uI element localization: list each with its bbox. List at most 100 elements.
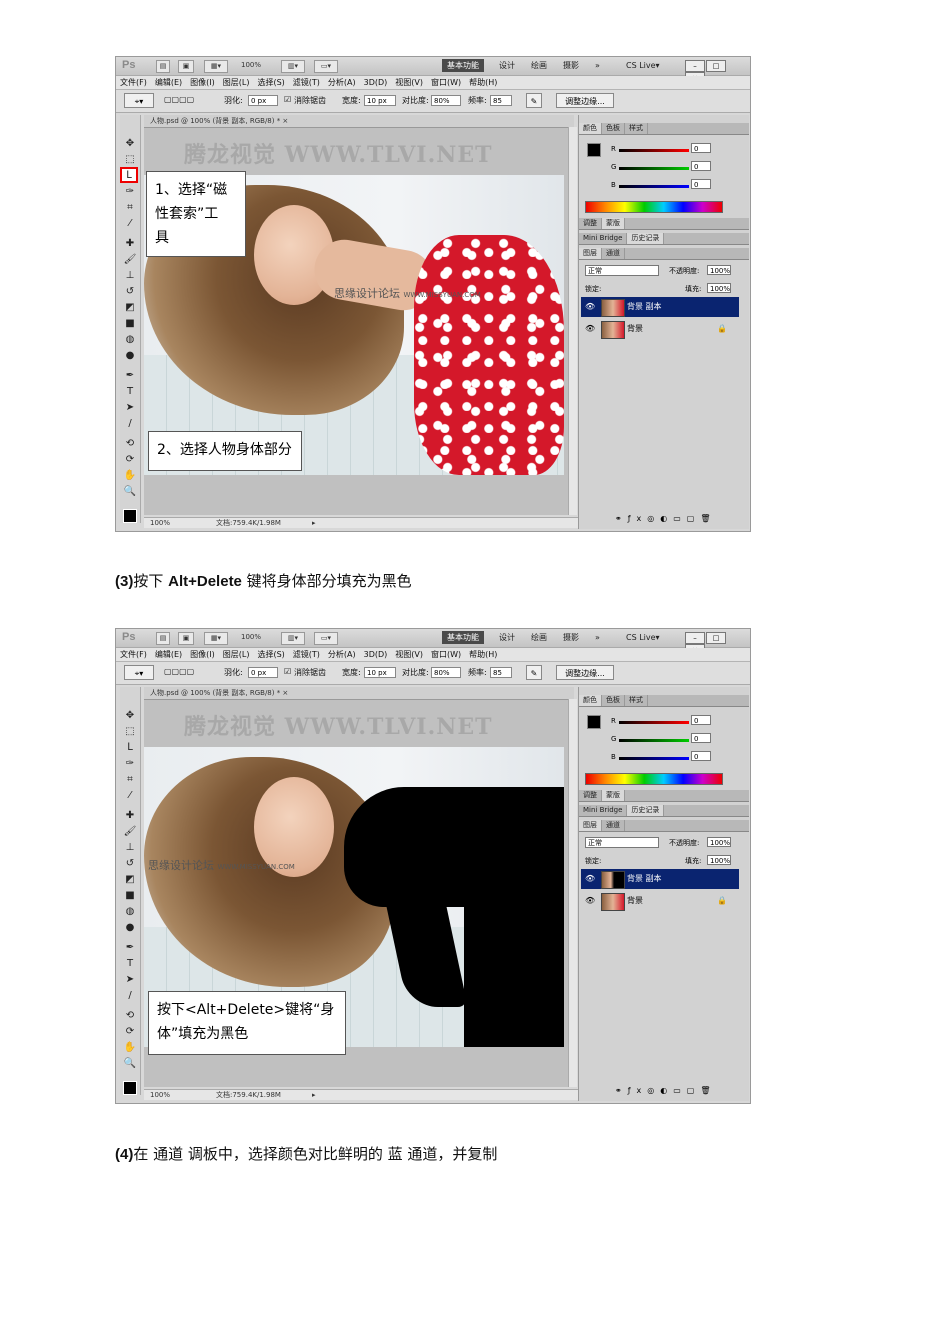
eye-icon[interactable]: 👁 [585,891,595,911]
magnetic-lasso-tool-icon[interactable]: ᒪ [120,167,138,183]
healing-tool-icon[interactable]: ✚ [122,809,138,823]
fg-color-chip[interactable] [587,715,601,729]
zoom-tool-icon[interactable]: 🔍 [122,1057,138,1071]
eraser-tool-icon[interactable]: ◩ [122,873,138,887]
foreground-color-swatch[interactable] [123,509,137,523]
menu-window[interactable]: 窗口(W) [427,76,465,89]
minimize-icon[interactable]: – [685,60,705,72]
green-value[interactable]: 0 [691,733,711,743]
vertical-scrollbar[interactable] [568,127,577,515]
menu-layer[interactable]: 图层(L) [219,648,254,661]
red-slider[interactable] [619,721,689,724]
color-spectrum[interactable] [585,773,723,785]
history-brush-icon[interactable]: ↺ [122,285,138,299]
type-tool-icon[interactable]: T [122,957,138,971]
crop-tool-icon[interactable]: ⌗ [122,201,138,215]
document-tab[interactable]: 人物.psd @ 100% (背景 副本, RGB/8) * × [144,115,574,128]
quick-select-tool-icon[interactable]: ✑ [122,757,138,771]
eye-icon[interactable]: 👁 [585,297,595,317]
foreground-color-swatch[interactable] [123,1081,137,1095]
tab-layers[interactable]: 图层 [579,248,602,259]
workspace-more[interactable]: » [590,59,605,72]
tab-adjustments[interactable]: 调整 [579,790,602,801]
blue-value[interactable]: 0 [691,179,711,189]
tab-swatches[interactable]: 色板 [602,695,625,706]
tab-history[interactable]: 历史记录 [627,233,665,244]
blue-slider[interactable] [619,185,689,188]
layer-row-background[interactable]: 👁 背景 🔒 [581,319,739,339]
stamp-tool-icon[interactable]: ⊥ [122,841,138,855]
workspace-essentials[interactable]: 基本功能 [442,631,484,644]
menu-3d[interactable]: 3D(D) [360,76,392,89]
menu-window[interactable]: 窗口(W) [427,648,465,661]
blue-slider[interactable] [619,757,689,760]
refine-edge-button[interactable]: 调整边缘... [556,93,614,108]
maximize-icon[interactable]: □ [706,632,726,644]
tab-color[interactable]: 颜色 [579,695,602,706]
hand-tool-icon[interactable]: ✋ [122,1041,138,1055]
red-value[interactable]: 0 [691,143,711,153]
menu-analysis[interactable]: 分析(A) [324,648,360,661]
selection-mode-icons[interactable]: ▢▢▢▢ [164,667,194,676]
menu-edit[interactable]: 编辑(E) [151,76,186,89]
line-tool-icon[interactable]: / [122,417,138,431]
layer-row-copy[interactable]: 👁 背景 副本 [581,297,739,317]
fill-field[interactable]: 100% [707,283,731,293]
menu-select[interactable]: 选择(S) [253,76,288,89]
antialias-checkbox[interactable]: ☑ [284,667,291,676]
width-field[interactable]: 10 px [364,95,396,106]
screen-mode-button[interactable]: ▭▾ [314,60,338,73]
red-slider[interactable] [619,149,689,152]
arrange-docs-button[interactable]: ▥▾ [281,60,305,73]
eye-icon[interactable]: 👁 [585,869,595,889]
minibridge-icon[interactable]: ▣ [178,60,194,73]
tab-channels[interactable]: 通道 [602,820,625,831]
magnetic-lasso-tool-icon[interactable]: ᒪ [122,741,138,755]
workspace-photography[interactable]: 摄影 [558,59,584,72]
menu-filter[interactable]: 滤镜(T) [289,648,324,661]
menu-filter[interactable]: 滤镜(T) [289,76,324,89]
crop-tool-icon[interactable]: ⌗ [122,773,138,787]
menu-edit[interactable]: 编辑(E) [151,648,186,661]
blur-tool-icon[interactable]: ◍ [122,905,138,919]
cs-live-button[interactable]: CS Live▾ [621,59,665,72]
bridge-icon[interactable]: ▤ [156,60,170,73]
layer-row-background[interactable]: 👁 背景 🔒 [581,891,739,911]
menu-view[interactable]: 视图(V) [391,76,427,89]
workspace-painting[interactable]: 绘画 [526,59,552,72]
status-arrow-icon[interactable]: ▸ [312,518,316,528]
menu-file[interactable]: 文件(F) [116,76,151,89]
refine-edge-button[interactable]: 调整边缘... [556,665,614,680]
healing-tool-icon[interactable]: ✚ [122,237,138,251]
minibridge-icon[interactable]: ▣ [178,632,194,645]
workspace-design[interactable]: 设计 [494,631,520,644]
red-value[interactable]: 0 [691,715,711,725]
tab-color[interactable]: 颜色 [579,123,602,134]
3d-orbit-icon[interactable]: ⟳ [122,1025,138,1039]
view-extras-button[interactable]: ▦▾ [204,632,228,645]
screen-mode-button[interactable]: ▭▾ [314,632,338,645]
dodge-tool-icon[interactable]: ● [122,349,138,363]
frequency-field[interactable]: 85 [490,95,512,106]
feather-field[interactable]: 0 px [248,667,278,678]
fg-color-chip[interactable] [587,143,601,157]
status-zoom[interactable]: 100% [150,1090,170,1100]
stamp-tool-icon[interactable]: ⊥ [122,269,138,283]
line-tool-icon[interactable]: / [122,989,138,1003]
color-spectrum[interactable] [585,201,723,213]
tab-masks[interactable]: 蒙版 [602,218,625,229]
tab-styles[interactable]: 样式 [625,123,648,134]
workspace-photography[interactable]: 摄影 [558,631,584,644]
layer-panel-buttons[interactable]: ⚭ƒx◎◐▭▢🗑 [615,514,717,523]
blend-mode-select[interactable]: 正常 [585,837,659,848]
path-select-icon[interactable]: ➤ [122,401,138,415]
pen-pressure-icon[interactable]: ✎ [526,665,542,680]
tool-preset-picker[interactable]: ⌖▾ [124,93,154,108]
bridge-icon[interactable]: ▤ [156,632,170,645]
layer-row-copy[interactable]: 👁 背景 副本 [581,869,739,889]
tab-channels[interactable]: 通道 [602,248,625,259]
menu-select[interactable]: 选择(S) [253,648,288,661]
tab-adjustments[interactable]: 调整 [579,218,602,229]
opacity-field[interactable]: 100% [707,837,731,847]
blend-mode-select[interactable]: 正常 [585,265,659,276]
